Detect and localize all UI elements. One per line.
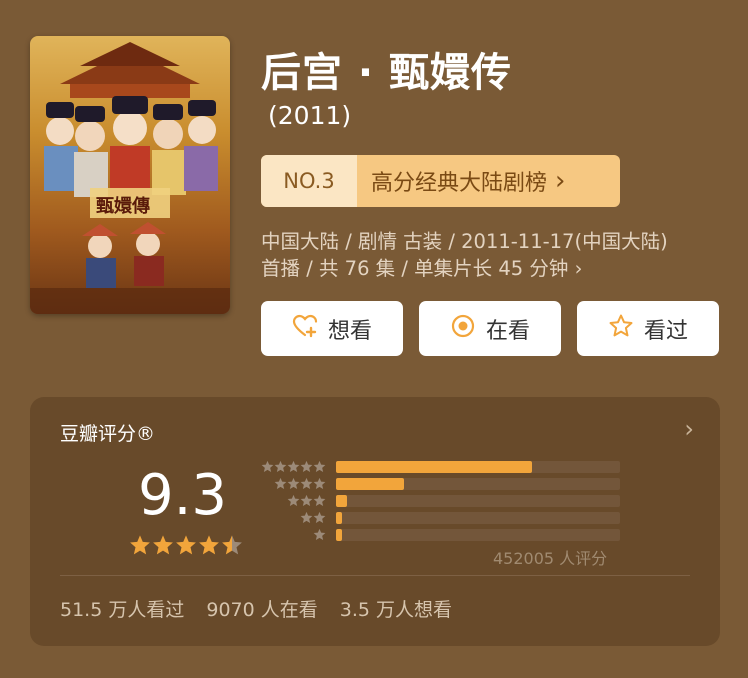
rating-score: 9.3 <box>138 463 228 528</box>
distribution-row <box>256 494 620 507</box>
rating-count: 452005 人评分 <box>493 549 608 568</box>
rank-number: NO.3 <box>261 155 357 207</box>
distribution-row <box>256 511 620 524</box>
star-icon <box>287 460 300 473</box>
rank-badge[interactable]: NO.3 高分经典大陆剧榜 › <box>261 155 620 207</box>
bar-fill <box>336 478 405 490</box>
star-icon <box>153 535 173 555</box>
star-icon <box>300 477 313 490</box>
average-stars <box>129 534 243 556</box>
wish-count[interactable]: 3.5 万人想看 <box>340 595 452 622</box>
star-icon <box>300 494 313 507</box>
release-year: (2011) <box>268 101 352 130</box>
bar-track <box>336 512 620 524</box>
star-icon <box>300 460 313 473</box>
chevron-right-icon[interactable]: › <box>684 415 694 443</box>
star-icon <box>274 460 287 473</box>
chevron-right-icon: › <box>574 257 583 280</box>
bar-fill <box>336 461 532 473</box>
star-icon <box>130 535 150 555</box>
bar-track <box>336 461 620 473</box>
bar-fill <box>336 529 342 541</box>
meta-line-1: 中国大陆 / 剧情 古装 / 2011-11-17(中国大陆) <box>261 230 668 253</box>
heart-plus-icon <box>292 313 318 345</box>
rating-card[interactable]: 豆瓣评分® › 9.3 452005 人评分 51.5 万人看过 9070 人在… <box>30 397 720 646</box>
chevron-right-icon: › <box>555 166 566 196</box>
meta-line-2-wrap: 首播 / 共 76 集 / 单集片长 45 分钟 › <box>261 255 721 282</box>
want-to-watch-label: 想看 <box>327 318 372 344</box>
bar-track <box>336 529 620 541</box>
action-buttons: 想看 在看 看过 <box>261 301 719 356</box>
row-stars <box>256 477 326 490</box>
watched-label: 看过 <box>643 318 688 344</box>
distribution-row <box>256 477 620 490</box>
row-stars <box>256 494 326 507</box>
star-icon <box>313 511 326 524</box>
distribution-row <box>256 460 620 473</box>
star-icon <box>222 535 242 555</box>
watched-count[interactable]: 51.5 万人看过 <box>60 595 184 622</box>
star-icon <box>313 528 326 541</box>
watched-button[interactable]: 看过 <box>577 301 719 356</box>
audience-stats: 51.5 万人看过 9070 人在看 3.5 万人想看 <box>60 595 452 622</box>
row-stars <box>256 511 326 524</box>
star-icon <box>313 477 326 490</box>
star-icon <box>199 535 219 555</box>
distribution-row <box>256 528 620 541</box>
row-stars <box>256 460 326 473</box>
target-circle-icon <box>450 313 476 345</box>
page-title: 后宫 · 甄嬛传 <box>261 50 513 96</box>
bar-track <box>336 495 620 507</box>
row-stars <box>256 528 326 541</box>
watching-count[interactable]: 9070 人在看 <box>206 595 317 622</box>
divider <box>60 575 690 576</box>
star-icon <box>274 477 287 490</box>
star-icon <box>261 460 274 473</box>
rank-label-group: 高分经典大陆剧榜 › <box>357 165 565 197</box>
poster-image[interactable]: 甄嬛傳 <box>30 36 230 314</box>
poster-title: 甄嬛傳 <box>96 196 150 217</box>
rank-label: 高分经典大陆剧榜 <box>371 171 548 196</box>
bar-fill <box>336 495 348 507</box>
star-icon <box>287 494 300 507</box>
meta-line-2: 首播 / 共 76 集 / 单集片长 45 分钟 <box>261 257 569 280</box>
star-icon <box>287 477 300 490</box>
watching-label: 在看 <box>485 318 530 344</box>
want-to-watch-button[interactable]: 想看 <box>261 301 403 356</box>
star-icon <box>313 494 326 507</box>
bar-track <box>336 478 620 490</box>
movie-meta[interactable]: 中国大陆 / 剧情 古装 / 2011-11-17(中国大陆) 首播 / 共 7… <box>261 228 721 282</box>
star-icon <box>176 535 196 555</box>
star-outline-icon <box>608 313 634 345</box>
bar-fill <box>336 512 342 524</box>
watching-button[interactable]: 在看 <box>419 301 561 356</box>
rating-heading: 豆瓣评分® <box>60 423 156 445</box>
star-icon <box>313 460 326 473</box>
star-icon <box>300 511 313 524</box>
